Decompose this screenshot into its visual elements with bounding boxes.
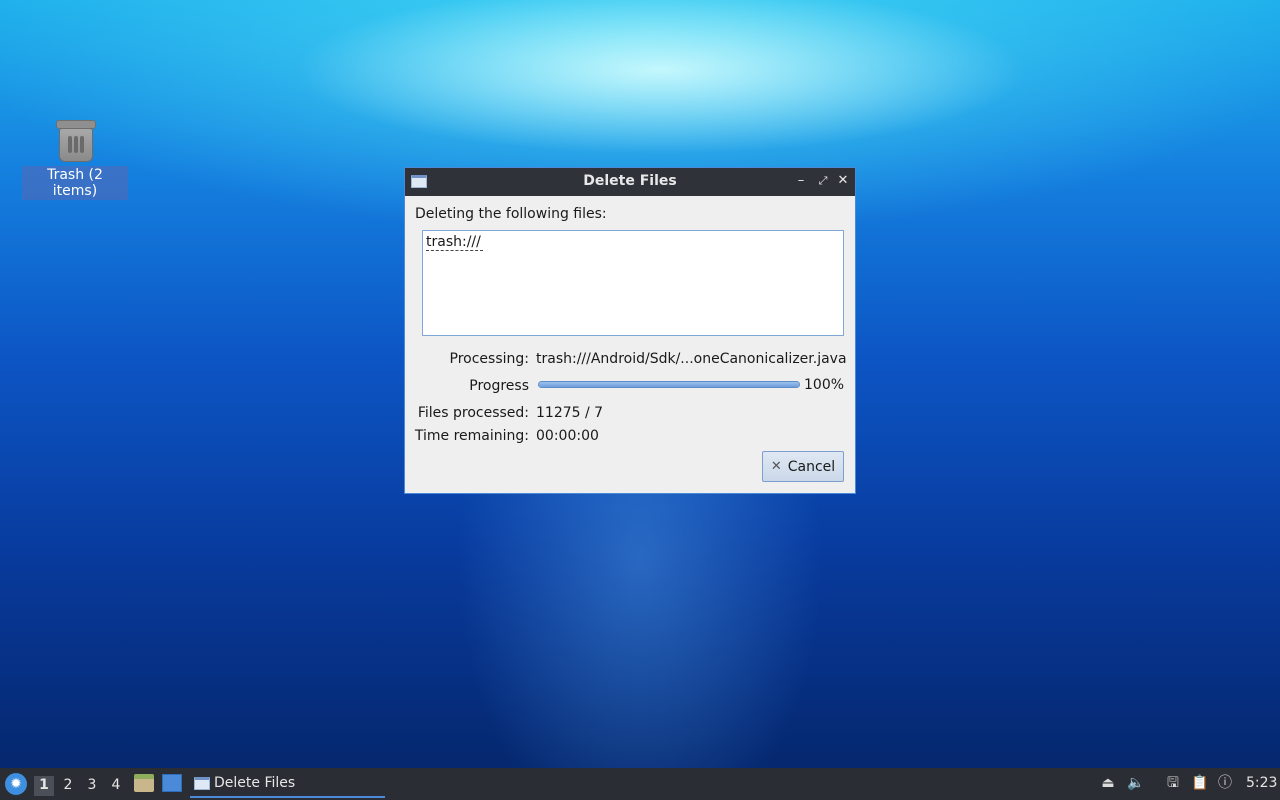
notification-icon[interactable]: ⓘ [1216, 774, 1234, 792]
cancel-button[interactable]: ✕ Cancel [762, 451, 844, 482]
task-label: Delete Files [214, 775, 296, 791]
window-icon [194, 776, 210, 790]
trash-icon [54, 118, 96, 162]
cancel-label: Cancel [787, 458, 836, 475]
desktop-trash-icon[interactable]: Trash (2 items) [22, 118, 128, 200]
workspace-3[interactable]: 3 [82, 776, 102, 796]
processing-value: trash:///Android/Sdk/...oneCanonicalizer… [536, 351, 847, 367]
cancel-icon: ✕ [770, 459, 782, 474]
maximize-button[interactable]: ⤢ [815, 173, 831, 189]
time-remaining-value: 00:00:00 [536, 428, 599, 444]
processing-label: Processing: [449, 351, 529, 367]
progress-bar [538, 381, 800, 388]
eject-icon[interactable]: ⏏ [1099, 774, 1117, 792]
workspace-2[interactable]: 2 [58, 776, 78, 796]
progress-fill [539, 382, 799, 387]
files-processed-value: 11275 / 7 [536, 405, 604, 421]
minimize-button[interactable]: – [793, 173, 809, 189]
close-button[interactable]: ✕ [835, 173, 851, 189]
show-desktop-icon[interactable] [162, 774, 182, 792]
time-remaining-label: Time remaining: [414, 428, 529, 444]
progress-percent: 100% [804, 377, 845, 393]
list-item[interactable]: trash:/// [426, 234, 483, 251]
file-manager-icon[interactable] [134, 774, 154, 792]
clock[interactable]: 5:23 [1246, 775, 1277, 791]
task-delete-files[interactable]: Delete Files [190, 770, 385, 798]
taskbar: ✹ 1 2 3 4 Delete Files ⏏ 🔈 🖫 📋 ⓘ 5:23 [0, 768, 1280, 800]
dialog-title: Delete Files [583, 173, 677, 189]
network-icon[interactable]: 🖫 [1164, 774, 1182, 792]
volume-icon[interactable]: 🔈 [1127, 774, 1145, 792]
workspace-4[interactable]: 4 [106, 776, 126, 796]
clipboard-icon[interactable]: 📋 [1191, 774, 1209, 792]
dialog-titlebar[interactable]: Delete Files – ⤢ ✕ [405, 168, 855, 196]
workspace-1[interactable]: 1 [34, 776, 54, 796]
delete-files-dialog: Delete Files – ⤢ ✕ Deleting the followin… [404, 167, 856, 494]
files-heading: Deleting the following files: [415, 206, 607, 222]
progress-label: Progress [469, 378, 529, 394]
files-processed-label: Files processed: [417, 405, 529, 421]
start-menu-icon[interactable]: ✹ [5, 773, 27, 795]
file-list[interactable]: trash:/// [422, 230, 844, 336]
trash-label: Trash (2 items) [22, 166, 128, 200]
